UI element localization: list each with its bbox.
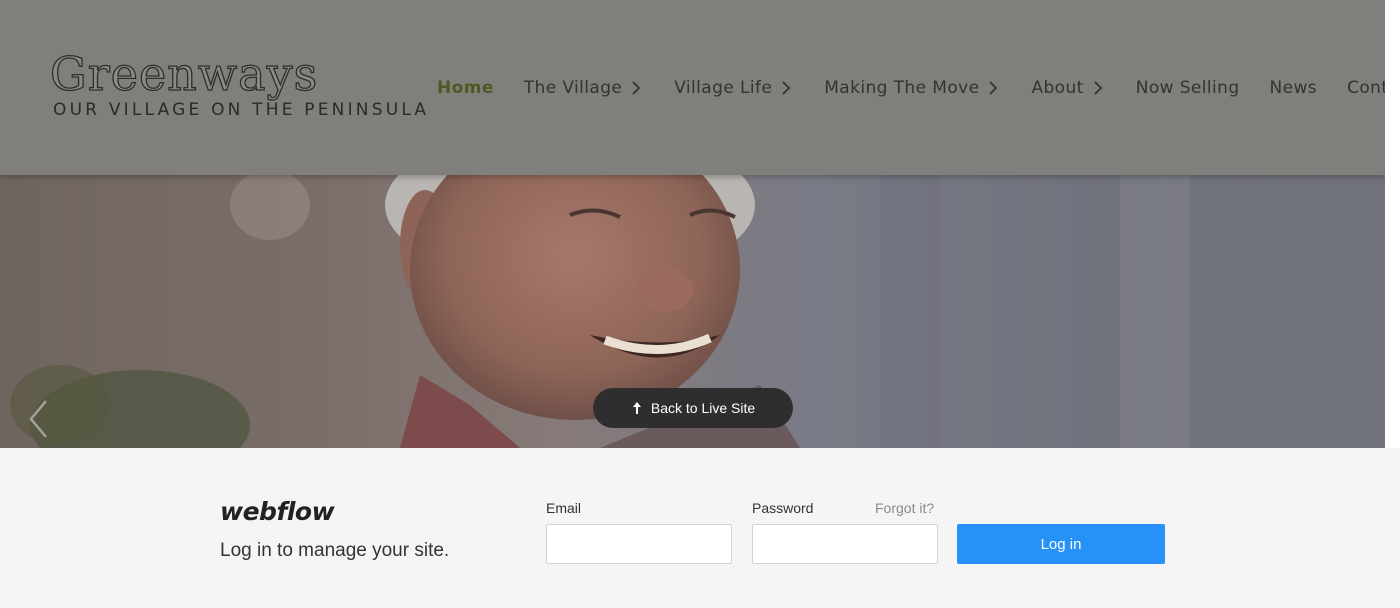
logo-wordmark: Greenways	[49, 47, 319, 101]
nav-item-the-village[interactable]: The Village	[524, 78, 645, 98]
nav-item-label: The Village	[523, 78, 623, 98]
arrow-up-icon	[632, 402, 641, 414]
nav-item-label: Village Life	[674, 78, 773, 98]
chevron-right-icon	[782, 81, 791, 95]
back-to-live-site-label: Back to Live Site	[650, 400, 756, 416]
webflow-login-panel: webflow Log in to manage your site. Emai…	[0, 448, 1400, 608]
logo-tagline: OUR VILLAGE ON THE PENINSULA	[53, 100, 430, 120]
nav-item-making-the-move[interactable]: Making The Move	[824, 78, 1001, 98]
nav-item-now-selling[interactable]: Now Selling	[1136, 78, 1240, 98]
nav-item-village-life[interactable]: Village Life	[674, 78, 794, 98]
forgot-password-link[interactable]: Forgot it?	[875, 500, 934, 516]
site-logo[interactable]: Greenways OUR VILLAGE ON THE PENINSULA	[49, 47, 430, 120]
nav-item-label: Home	[437, 78, 494, 98]
login-subtitle: Log in to manage your site.	[220, 540, 450, 561]
chevron-right-icon	[632, 81, 641, 95]
login-button[interactable]: Log in	[957, 524, 1165, 564]
chevron-right-icon	[1094, 81, 1102, 95]
nav-item-home[interactable]: Home	[437, 78, 494, 98]
nav-item-label: About	[1031, 78, 1084, 98]
email-field[interactable]	[546, 524, 732, 564]
nav-item-label: News	[1269, 78, 1318, 98]
password-label: Password	[752, 500, 814, 516]
page-scrollbar[interactable]	[1385, 0, 1400, 448]
nav-item-label: Making The Move	[824, 78, 980, 98]
password-field[interactable]	[752, 524, 938, 564]
email-label: Email	[546, 500, 582, 516]
chevron-left-icon[interactable]	[26, 398, 52, 440]
back-to-live-site-button[interactable]: Back to Live Site	[593, 388, 793, 428]
main-nav: Home The Village Village Life Making The…	[437, 76, 1400, 100]
site-header: Greenways OUR VILLAGE ON THE PENINSULA H…	[0, 0, 1400, 175]
webflow-logo: webflow	[220, 497, 335, 526]
nav-item-news[interactable]: News	[1270, 78, 1318, 98]
nav-item-label: Now Selling	[1135, 78, 1240, 98]
chevron-right-icon	[989, 81, 998, 95]
nav-item-about[interactable]: About	[1031, 78, 1105, 98]
